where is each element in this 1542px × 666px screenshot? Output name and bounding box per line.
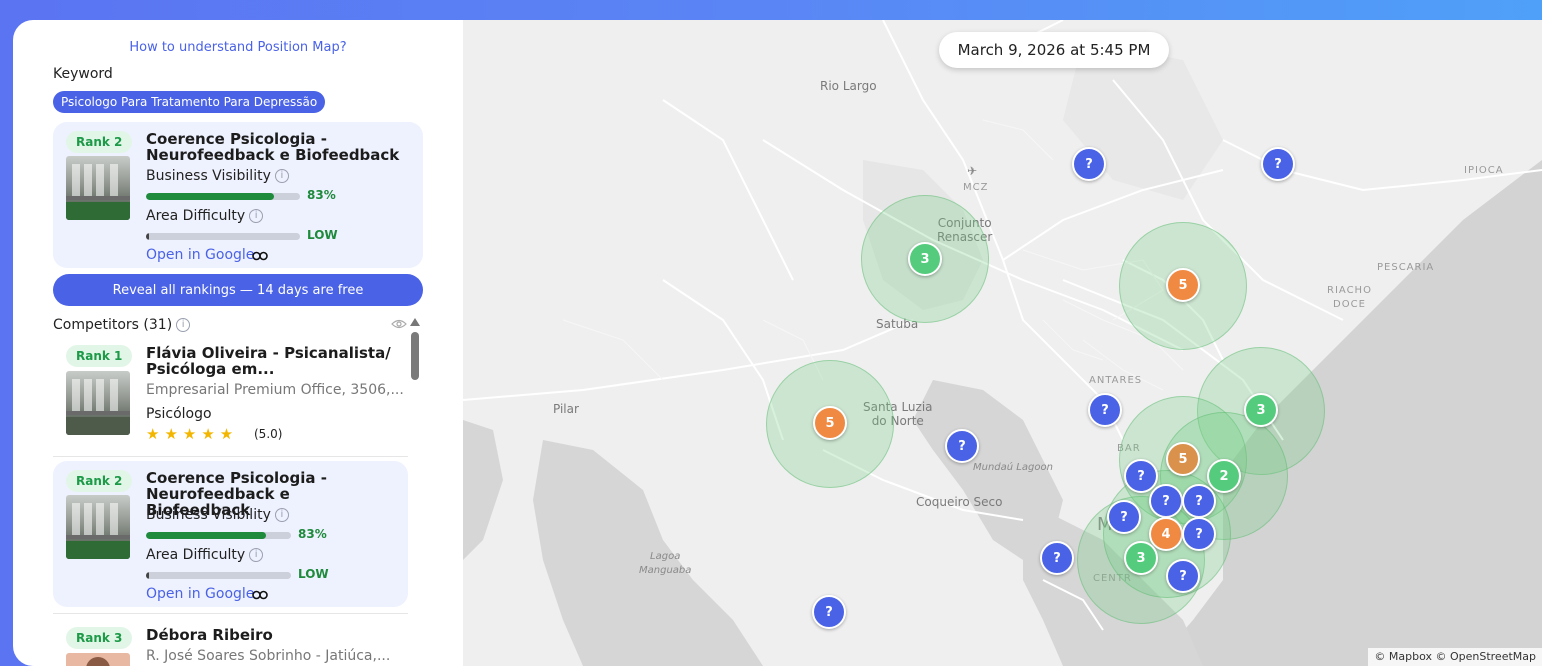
rank-badge: Rank 3 [66, 627, 133, 649]
business-category: Psicólogo [146, 406, 212, 422]
difficulty-fill [146, 572, 149, 579]
competitor-item[interactable]: Rank 1 Flávia Oliveira - Psicanalista/ P… [53, 336, 408, 456]
map-pin-unknown[interactable]: ? [1182, 484, 1216, 518]
map-base [463, 20, 1542, 666]
map-pin-rank[interactable]: 3 [908, 242, 942, 276]
map-pin-unknown[interactable]: ? [1072, 147, 1106, 181]
competitor-item[interactable]: Rank 2 Coerence Psicologia - Neurofeedba… [53, 461, 408, 607]
link-icon[interactable] [252, 251, 268, 261]
place-riacho-doce: RIACHO DOCE [1327, 285, 1372, 310]
business-name: Débora Ribeiro [146, 626, 273, 644]
help-link[interactable]: How to understand Position Map? [13, 40, 463, 55]
eye-icon[interactable] [391, 319, 407, 329]
map-timestamp: March 9, 2026 at 5:45 PM [939, 32, 1169, 68]
place-coqueiro-seco: Coqueiro Seco [916, 495, 1003, 509]
place-pescaria: PESCARIA [1377, 262, 1435, 273]
place-lagoa-manguaba: Lagoa Manguaba [639, 551, 692, 576]
business-name: Coerence Psicologia - Neurofeedback e Bi… [146, 130, 400, 164]
visibility-fill [146, 532, 267, 539]
difficulty-bar [146, 572, 291, 579]
business-address: R. José Soares Sobrinho - Jatiúca,... [146, 648, 391, 664]
avatar [66, 653, 130, 666]
competitors-title: Competitors (31) i [53, 317, 191, 333]
visibility-label: Business Visibility i [146, 168, 289, 184]
place-mcz: MCZ [963, 182, 989, 193]
scroll-up-icon[interactable] [410, 318, 420, 326]
map-pin-rank[interactable]: 5 [1166, 442, 1200, 476]
open-in-google-link[interactable]: Open in Google [146, 247, 254, 263]
difficulty-fill [146, 233, 150, 240]
difficulty-label: Area Difficulty i [146, 208, 264, 224]
map-pin-unknown[interactable]: ? [1040, 541, 1074, 575]
business-thumbnail [66, 371, 130, 435]
visibility-fill [146, 193, 274, 200]
divider [53, 613, 408, 614]
rating-value: (5.0) [254, 427, 283, 441]
difficulty-bar [146, 233, 300, 240]
map-pin-rank[interactable]: 2 [1207, 459, 1241, 493]
scrollbar-thumb[interactable] [411, 332, 419, 380]
position-map[interactable]: March 9, 2026 at 5:45 PM Rio Largo MCZ ✈… [463, 20, 1542, 666]
map-pin-unknown[interactable]: ? [1182, 517, 1216, 551]
info-icon[interactable]: i [176, 318, 191, 332]
keyword-chip: Psicologo Para Tratamento Para Depressão [53, 91, 326, 113]
map-pin-unknown[interactable]: ? [1261, 147, 1295, 181]
info-icon[interactable]: i [249, 548, 264, 562]
info-icon[interactable]: i [249, 209, 264, 223]
map-pin-unknown[interactable]: ? [1088, 393, 1122, 427]
my-business-card: Rank 2 Coerence Psicologia - Neurofeedba… [53, 122, 423, 268]
rank-badge: Rank 2 [66, 131, 133, 153]
competitor-item[interactable]: Rank 3 Débora Ribeiro R. José Soares Sob… [53, 618, 408, 666]
link-icon[interactable] [252, 590, 268, 600]
business-thumbnail [66, 156, 130, 220]
map-pin-rank[interactable]: 4 [1149, 517, 1183, 551]
business-thumbnail [66, 495, 130, 559]
map-pin-unknown[interactable]: ? [1166, 559, 1200, 593]
visibility-value: 83% [298, 527, 327, 541]
place-rio-largo: Rio Largo [820, 79, 877, 93]
rank-badge: Rank 1 [66, 345, 133, 367]
place-antares: ANTARES [1089, 375, 1143, 386]
difficulty-value: LOW [307, 228, 338, 242]
visibility-value: 83% [307, 188, 336, 202]
map-pin-unknown[interactable]: ? [1124, 459, 1158, 493]
business-name: Flávia Oliveira - Psicanalista/ Psicólog… [146, 344, 391, 378]
divider [53, 456, 408, 457]
keyword-label: Keyword [53, 66, 113, 82]
map-pin-unknown[interactable]: ? [812, 595, 846, 629]
place-ipioca: IPIOCA [1464, 165, 1504, 176]
business-address: Empresarial Premium Office, 3506,... [146, 382, 404, 398]
reveal-rankings-button[interactable]: Reveal all rankings — 14 days are free [53, 274, 423, 306]
place-pilar: Pilar [553, 402, 579, 416]
visibility-bar [146, 532, 291, 539]
map-pin-rank[interactable]: 3 [1124, 541, 1158, 575]
info-icon[interactable]: i [274, 508, 289, 522]
map-pin-unknown[interactable]: ? [1107, 500, 1141, 534]
rank-badge: Rank 2 [66, 470, 133, 492]
difficulty-label: Area Difficulty i [146, 547, 264, 563]
map-attribution[interactable]: © Mapbox © OpenStreetMap [1368, 648, 1542, 666]
difficulty-value: LOW [298, 567, 329, 581]
side-panel: How to understand Position Map? Keyword … [13, 20, 463, 666]
star-icon: ★★★★★ [146, 425, 239, 443]
map-pin-unknown[interactable]: ? [945, 429, 979, 463]
visibility-bar [146, 193, 300, 200]
map-pin-rank[interactable]: 3 [1244, 393, 1278, 427]
visibility-label: Business Visibility i [146, 507, 289, 523]
map-pin-unknown[interactable]: ? [1149, 484, 1183, 518]
info-icon[interactable]: i [274, 169, 289, 183]
map-pin-rank[interactable]: 5 [813, 406, 847, 440]
airport-icon: ✈ [967, 164, 978, 178]
open-in-google-link[interactable]: Open in Google [146, 586, 254, 602]
place-mundau-lagoon: Mundaú Lagoon [973, 462, 1053, 473]
map-pin-rank[interactable]: 5 [1166, 268, 1200, 302]
